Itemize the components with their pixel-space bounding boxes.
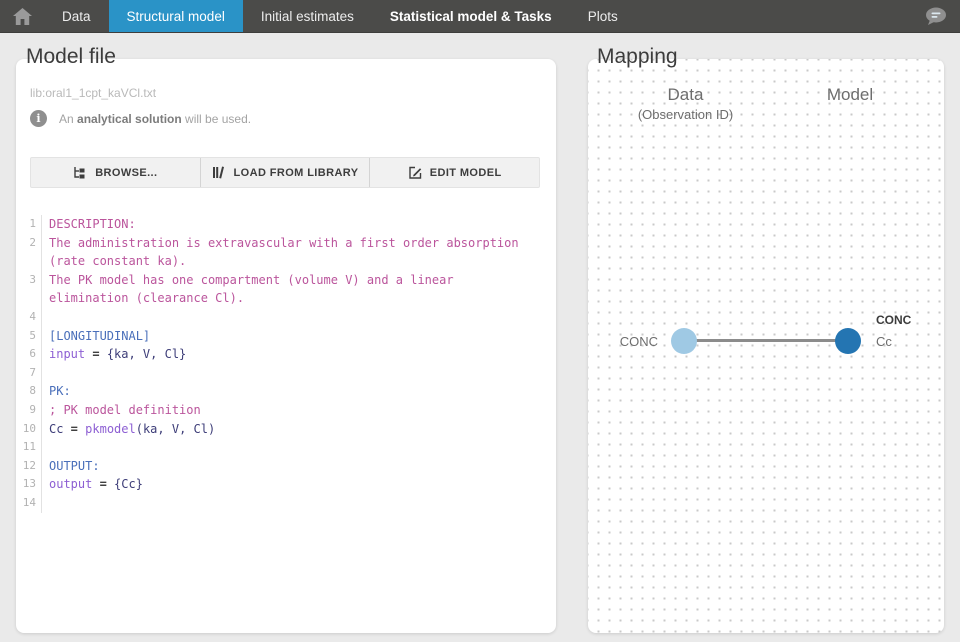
nav-tab-structural-model[interactable]: Structural model: [109, 0, 243, 32]
code-row: 3The PK model has one compartment (volum…: [16, 271, 540, 290]
code-row: 14: [16, 494, 540, 513]
line-number: [16, 289, 42, 308]
code-line: [42, 364, 49, 383]
line-number: 13: [16, 475, 42, 494]
model-column-label: Model: [795, 85, 905, 105]
code-row: (rate constant ka).: [16, 252, 540, 271]
code-line: The administration is extravascular with…: [42, 234, 519, 253]
line-number: 12: [16, 457, 42, 476]
model-file-title: Model file: [26, 45, 116, 69]
line-number: 2: [16, 234, 42, 253]
model-code-editor[interactable]: 1DESCRIPTION:2The administration is extr…: [16, 215, 540, 513]
library-icon: [212, 166, 226, 179]
mapping-model-observation-name: CONC: [876, 313, 911, 327]
code-row: 6input = {ka, V, Cl}: [16, 345, 540, 364]
nav-tab-statistical-model-tasks[interactable]: Statistical model & Tasks: [372, 0, 570, 32]
code-row: 8PK:: [16, 382, 540, 401]
code-line: output = {Cc}: [42, 475, 143, 494]
button-label: BROWSE...: [95, 167, 157, 179]
code-row: elimination (clearance Cl).: [16, 289, 540, 308]
line-number: 14: [16, 494, 42, 513]
edit-model-button[interactable]: EDIT MODEL: [369, 158, 539, 187]
mapping-model-column-header: Model: [795, 85, 905, 105]
model-filename: lib:oral1_1cpt_kaVCl.txt: [30, 86, 156, 100]
code-row: 12OUTPUT:: [16, 457, 540, 476]
mapping-model-output-name: Cc: [876, 334, 892, 349]
home-button[interactable]: [0, 0, 44, 32]
mapping-data-node[interactable]: [671, 328, 697, 354]
button-label: LOAD FROM LIBRARY: [234, 167, 359, 179]
nav-tab-initial-estimates[interactable]: Initial estimates: [243, 0, 372, 32]
line-number: 7: [16, 364, 42, 383]
nav-tabs: DataStructural modelInitial estimatesSta…: [44, 0, 636, 32]
button-label: EDIT MODEL: [430, 167, 502, 179]
line-number: 11: [16, 438, 42, 457]
code-row: 13output = {Cc}: [16, 475, 540, 494]
code-row: 5[LONGITUDINAL]: [16, 327, 540, 346]
info-text: An analytical solution will be used.: [59, 112, 251, 126]
load-from-library-button[interactable]: LOAD FROM LIBRARY: [200, 158, 370, 187]
data-column-label: Data: [628, 85, 743, 105]
nav-tab-plots[interactable]: Plots: [570, 0, 636, 32]
code-line: elimination (clearance Cl).: [42, 289, 244, 308]
top-navigation-bar: DataStructural modelInitial estimatesSta…: [0, 0, 960, 33]
model-file-button-bar: BROWSE... LOAD FROM LIBRARY EDIT MODEL: [30, 157, 540, 188]
line-number: 9: [16, 401, 42, 420]
code-line: [42, 308, 49, 327]
code-line: [LONGITUDINAL]: [42, 327, 150, 346]
home-icon: [13, 8, 32, 25]
code-row: 4: [16, 308, 540, 327]
code-line: input = {ka, V, Cl}: [42, 345, 186, 364]
line-number: 5: [16, 327, 42, 346]
code-row: 10Cc = pkmodel(ka, V, Cl): [16, 420, 540, 439]
chat-bubble-icon[interactable]: [924, 7, 948, 26]
code-row: 7: [16, 364, 540, 383]
code-line: The PK model has one compartment (volume…: [42, 271, 454, 290]
info-icon[interactable]: i: [30, 110, 47, 127]
line-number: [16, 252, 42, 271]
line-number: 8: [16, 382, 42, 401]
data-column-sublabel: (Observation ID): [628, 107, 743, 122]
line-number: 1: [16, 215, 42, 234]
code-row: 1DESCRIPTION:: [16, 215, 540, 234]
mapping-model-node[interactable]: [835, 328, 861, 354]
mapping-data-column-header: Data (Observation ID): [628, 85, 743, 122]
code-line: [42, 494, 49, 513]
code-line: PK:: [42, 382, 71, 401]
line-number: 6: [16, 345, 42, 364]
mapping-data-observation-label: CONC: [598, 334, 658, 349]
nav-right-section: [924, 0, 960, 32]
code-row: 9; PK model definition: [16, 401, 540, 420]
line-number: 3: [16, 271, 42, 290]
code-line: (rate constant ka).: [42, 252, 186, 271]
code-line: ; PK model definition: [42, 401, 201, 420]
mapping-connector-line: [684, 339, 848, 342]
sitemap-icon: [73, 166, 87, 179]
edit-icon: [408, 166, 422, 180]
code-line: OUTPUT:: [42, 457, 100, 476]
nav-tab-data[interactable]: Data: [44, 0, 109, 32]
code-line: [42, 438, 49, 457]
browse-button[interactable]: BROWSE...: [31, 158, 200, 187]
mapping-title: Mapping: [597, 45, 678, 69]
code-line: DESCRIPTION:: [42, 215, 136, 234]
code-line: Cc = pkmodel(ka, V, Cl): [42, 420, 215, 439]
line-number: 4: [16, 308, 42, 327]
code-row: 2The administration is extravascular wit…: [16, 234, 540, 253]
line-number: 10: [16, 420, 42, 439]
model-info-row: i An analytical solution will be used.: [30, 110, 251, 127]
code-row: 11: [16, 438, 540, 457]
